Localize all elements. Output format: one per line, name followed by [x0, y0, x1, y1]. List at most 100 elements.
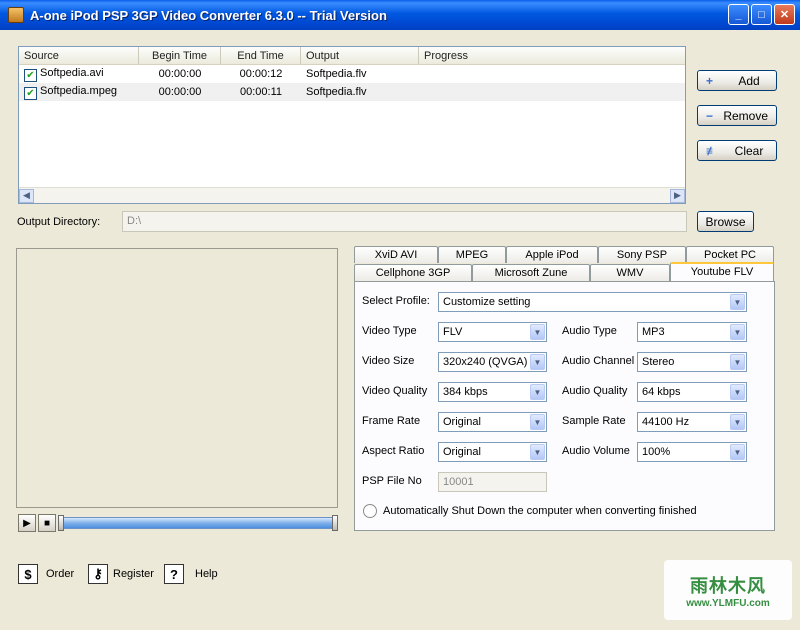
video-preview: [16, 248, 338, 508]
audio-quality-label: Audio Quality: [562, 385, 628, 397]
output-directory-field[interactable]: D:\: [122, 211, 687, 232]
tab-cellphone-3gp[interactable]: Cellphone 3GP: [354, 264, 472, 281]
register-link[interactable]: Register: [113, 568, 154, 580]
minus-icon: −: [706, 108, 714, 123]
audio-quality-dropdown[interactable]: 64 kbps ▼: [637, 382, 747, 402]
sample-rate-label: Sample Rate: [562, 415, 626, 427]
seek-start-handle[interactable]: [58, 515, 64, 531]
tab-apple-ipod[interactable]: Apple iPod: [506, 246, 598, 263]
chevron-down-icon: ▼: [530, 444, 545, 460]
audio-channel-label: Audio Channel: [562, 355, 635, 367]
tab-microsoft-zune[interactable]: Microsoft Zune: [472, 264, 590, 281]
column-source[interactable]: Source: [19, 47, 139, 64]
table-row[interactable]: ✔ Softpedia.avi 00:00:00 00:00:12 Softped…: [19, 65, 685, 83]
column-end-time[interactable]: End Time: [221, 47, 301, 64]
output-cell: Softpedia.flv: [306, 86, 367, 98]
column-progress[interactable]: Progress: [419, 47, 685, 64]
order-link[interactable]: Order: [46, 568, 74, 580]
frame-rate-label: Frame Rate: [362, 415, 421, 427]
table-row[interactable]: ✔ Softpedia.mpeg 00:00:00 00:00:11 Softpe…: [19, 83, 685, 101]
tab-sony-psp[interactable]: Sony PSP: [598, 246, 686, 263]
file-list[interactable]: Source Begin Time End Time Output Progre…: [18, 46, 686, 204]
tab-wmv[interactable]: WMV: [590, 264, 670, 281]
video-type-label: Video Type: [362, 325, 417, 337]
maximize-button[interactable]: □: [751, 4, 772, 25]
youtube-flv-settings-panel: Select Profile: Customize setting ▼ Vide…: [354, 281, 775, 531]
chevron-down-icon: ▼: [730, 294, 745, 310]
chevron-down-icon: ▼: [730, 354, 745, 370]
audio-volume-dropdown[interactable]: 100% ▼: [637, 442, 747, 462]
chevron-down-icon: ▼: [730, 414, 745, 430]
video-quality-dropdown[interactable]: 384 kbps ▼: [438, 382, 547, 402]
column-begin-time[interactable]: Begin Time: [139, 47, 221, 64]
shutdown-checkbox[interactable]: [363, 504, 377, 518]
app-icon: [8, 7, 24, 23]
select-profile-label: Select Profile:: [362, 295, 430, 307]
audio-channel-dropdown[interactable]: Stereo ▼: [637, 352, 747, 372]
add-button[interactable]: + Add: [697, 70, 777, 91]
audio-type-dropdown[interactable]: MP3 ▼: [637, 322, 747, 342]
key-icon[interactable]: ⚷: [88, 564, 108, 584]
source-cell: Softpedia.avi: [40, 66, 104, 79]
help-link[interactable]: Help: [195, 568, 218, 580]
close-button[interactable]: ✕: [774, 4, 795, 25]
title-bar: A-one iPod PSP 3GP Video Converter 6.3.0…: [0, 0, 800, 30]
video-size-label: Video Size: [362, 355, 415, 367]
begin-cell: 00:00:00: [158, 86, 202, 98]
scroll-left-icon[interactable]: ◀: [19, 188, 34, 203]
aspect-ratio-label: Aspect Ratio: [362, 445, 425, 457]
begin-cell: 00:00:00: [158, 68, 202, 80]
play-icon[interactable]: ▶: [18, 514, 36, 532]
player-controls: ▶ ■: [16, 514, 340, 532]
plus-icon: +: [706, 73, 714, 88]
dollar-icon[interactable]: $: [18, 564, 38, 584]
clear-icon: ≢: [706, 143, 718, 158]
clear-button[interactable]: ≢ Clear: [697, 140, 777, 161]
help-icon[interactable]: ?: [164, 564, 184, 584]
output-directory-label: Output Directory:: [17, 216, 101, 228]
browse-button[interactable]: Browse: [697, 211, 754, 232]
chevron-down-icon: ▼: [530, 324, 545, 340]
tab-mpeg[interactable]: MPEG: [438, 246, 506, 263]
select-profile-dropdown[interactable]: Customize setting ▼: [438, 292, 747, 312]
scroll-right-icon[interactable]: ▶: [670, 188, 685, 203]
minimize-button[interactable]: _: [728, 4, 749, 25]
chevron-down-icon: ▼: [530, 384, 545, 400]
shutdown-option[interactable]: Automatically Shut Down the computer whe…: [363, 504, 697, 518]
frame-rate-dropdown[interactable]: Original ▼: [438, 412, 547, 432]
audio-type-label: Audio Type: [562, 325, 617, 337]
list-header: Source Begin Time End Time Output Progre…: [19, 47, 685, 65]
seek-end-handle[interactable]: [332, 515, 338, 531]
end-cell: 00:00:11: [239, 86, 282, 98]
chevron-down-icon: ▼: [730, 444, 745, 460]
aspect-ratio-dropdown[interactable]: Original ▼: [438, 442, 547, 462]
video-type-dropdown[interactable]: FLV ▼: [438, 322, 547, 342]
shutdown-label: Automatically Shut Down the computer whe…: [383, 505, 697, 517]
tab-pocket-pc[interactable]: Pocket PC: [686, 246, 774, 263]
end-cell: 00:00:12: [239, 68, 283, 80]
audio-volume-label: Audio Volume: [562, 445, 630, 457]
source-cell: Softpedia.mpeg: [40, 84, 118, 97]
chevron-down-icon: ▼: [530, 354, 545, 370]
sample-rate-dropdown[interactable]: 44100 Hz ▼: [637, 412, 747, 432]
stop-icon[interactable]: ■: [38, 514, 56, 532]
window-title: A-one iPod PSP 3GP Video Converter 6.3.0…: [30, 7, 387, 23]
video-quality-label: Video Quality: [362, 385, 428, 397]
column-output[interactable]: Output: [301, 47, 419, 64]
horizontal-scrollbar[interactable]: ◀ ▶: [19, 187, 685, 203]
video-size-dropdown[interactable]: 320x240 (QVGA) ▼: [438, 352, 547, 372]
tab-youtube-flv[interactable]: Youtube FLV: [670, 262, 774, 282]
row-checkbox[interactable]: ✔: [24, 86, 37, 100]
tab-xvid-avi[interactable]: XviD AVI: [354, 246, 438, 263]
row-checkbox[interactable]: ✔: [24, 68, 37, 82]
chevron-down-icon: ▼: [730, 384, 745, 400]
watermark-logo: 雨林木风 www.YLMFU.com: [664, 560, 792, 620]
chevron-down-icon: ▼: [530, 414, 545, 430]
seek-bar[interactable]: [58, 515, 338, 531]
tab-row-2: Cellphone 3GP Microsoft Zune WMV Youtube…: [354, 262, 774, 282]
output-cell: Softpedia.flv: [306, 68, 367, 80]
psp-file-no-label: PSP File No: [362, 475, 422, 487]
chevron-down-icon: ▼: [730, 324, 745, 340]
psp-file-no-field[interactable]: 10001: [438, 472, 547, 492]
remove-button[interactable]: − Remove: [697, 105, 777, 126]
